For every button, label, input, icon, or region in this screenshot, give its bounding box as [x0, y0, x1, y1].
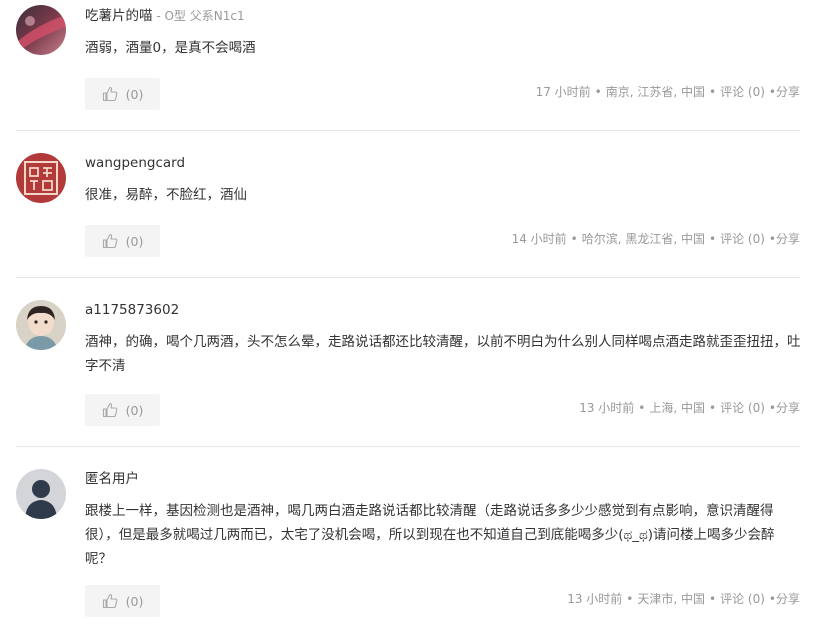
thumbs-up-icon [102, 593, 118, 609]
user-tags: O型 父系N1c1 [164, 9, 245, 23]
divider [16, 130, 800, 131]
username[interactable]: wangpengcard [85, 155, 185, 171]
share-link[interactable]: 分享 [776, 592, 800, 606]
thumbs-up-icon [102, 86, 118, 102]
location: 南京, 江苏省, 中国 [605, 85, 705, 99]
avatar[interactable] [16, 153, 66, 203]
avatar[interactable] [16, 300, 66, 350]
comment-body: 跟楼上一样，基因检测也是酒神，喝几两白酒走路说话都比较清醒（走路说话多多少少感觉… [85, 503, 775, 567]
like-button[interactable]: (0) [85, 225, 160, 257]
timestamp: 13 小时前 [567, 592, 623, 606]
like-button[interactable]: (0) [85, 78, 160, 110]
comment-meta: 14 小时前 • 哈尔滨, 黑龙江省, 中国 • 评论 (0) •分享 [511, 232, 800, 246]
timestamp: 17 小时前 [535, 85, 591, 99]
username[interactable]: 吃薯片的喵 [85, 8, 153, 24]
location: 哈尔滨, 黑龙江省, 中国 [581, 232, 705, 246]
like-button[interactable]: (0) [85, 394, 160, 426]
comment-header: wangpengcard [85, 154, 185, 172]
comment-meta: 17 小时前 • 南京, 江苏省, 中国 • 评论 (0) •分享 [535, 85, 800, 99]
reply-link[interactable]: 评论 (0) [720, 592, 765, 606]
like-button[interactable]: (0) [85, 585, 160, 617]
location: 天津市, 中国 [637, 592, 705, 606]
username[interactable]: a1175873602 [85, 302, 179, 318]
reply-link[interactable]: 评论 (0) [720, 232, 765, 246]
share-link[interactable]: 分享 [776, 232, 800, 246]
reply-link[interactable]: 评论 (0) [720, 401, 765, 415]
thumbs-up-icon [102, 402, 118, 418]
avatar[interactable] [16, 469, 66, 519]
avatar[interactable] [16, 5, 66, 55]
thumbs-up-icon [102, 233, 118, 249]
divider [16, 277, 800, 278]
share-link[interactable]: 分享 [776, 401, 800, 415]
comment-header: 匿名用户 [85, 470, 139, 488]
like-count: (0) [125, 233, 144, 249]
location: 上海, 中国 [649, 401, 705, 415]
comment-body: 酒神，的确，喝个几两酒，头不怎么晕，走路说话都还比较清醒，以前不明白为什么别人同… [85, 334, 801, 374]
separator: - [152, 9, 165, 23]
timestamp: 13 小时前 [579, 401, 635, 415]
comment-header: a1175873602 [85, 301, 179, 319]
reply-link[interactable]: 评论 (0) [720, 85, 765, 99]
timestamp: 14 小时前 [511, 232, 567, 246]
comment-meta: 13 小时前 • 上海, 中国 • 评论 (0) •分享 [579, 401, 800, 415]
comment-meta: 13 小时前 • 天津市, 中国 • 评论 (0) •分享 [567, 592, 800, 606]
like-count: (0) [125, 86, 144, 102]
comment-list: 吃薯片的喵 - O型 父系N1c1 酒弱，酒量0，是真不会喝酒 (0) 17 小… [0, 0, 819, 624]
divider [16, 446, 800, 447]
comment-body: 酒弱，酒量0，是真不会喝酒 [85, 40, 256, 56]
share-link[interactable]: 分享 [776, 85, 800, 99]
like-count: (0) [125, 402, 144, 418]
comment-body: 很准，易醉，不脸红，酒仙 [85, 187, 247, 203]
username[interactable]: 匿名用户 [85, 471, 139, 487]
like-count: (0) [125, 593, 144, 609]
comment-header: 吃薯片的喵 - O型 父系N1c1 [85, 7, 245, 25]
